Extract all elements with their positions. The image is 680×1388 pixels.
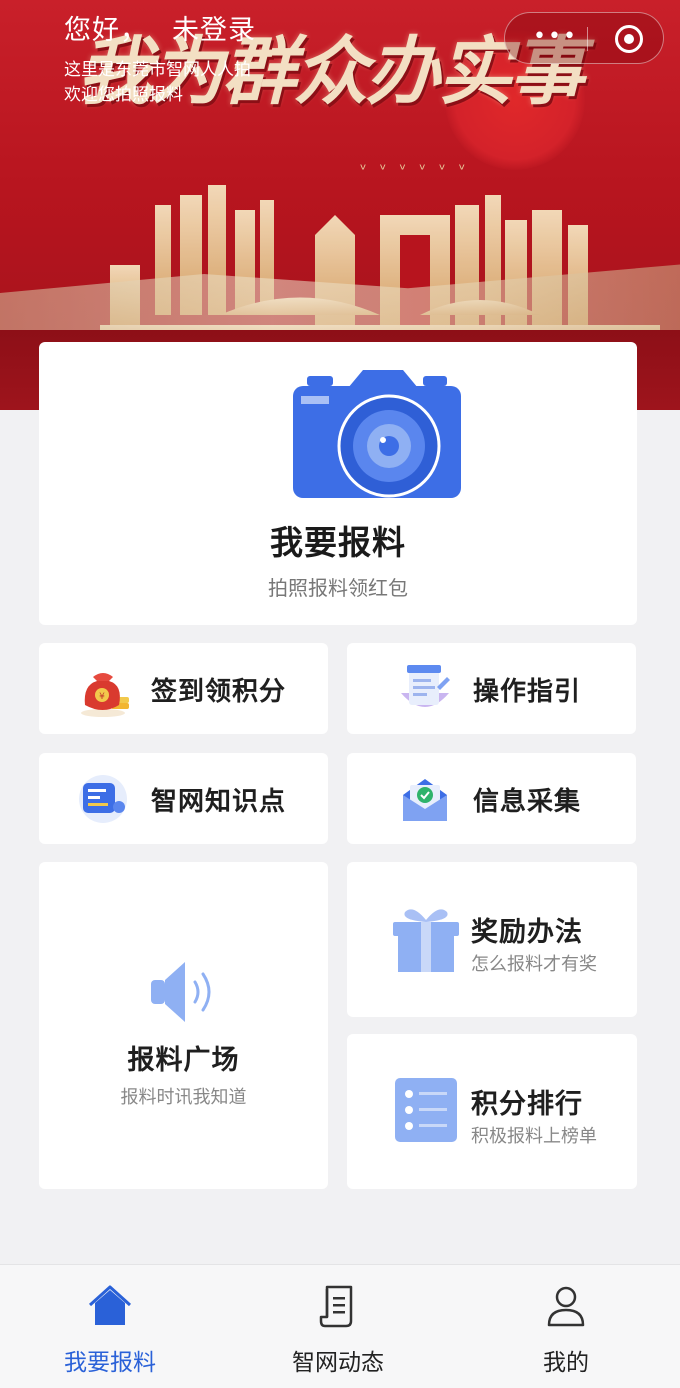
tab-mine-label: 我的 [543,1350,589,1376]
capsule-divider [587,27,588,51]
camera-icon [293,370,461,498]
signin-points-card[interactable]: ¥ 签到领积分 [39,643,328,734]
signin-points-label: 签到领积分 [151,677,287,707]
reward-rules-title: 奖励办法 [471,917,583,948]
points-ranking-title: 积分排行 [471,1089,583,1120]
birds-decoration: ᵛ ᵛ ᵛ ᵛ ᵛ ᵛ [360,160,470,179]
report-title: 我要报料 [270,523,406,562]
info-collection-card[interactable]: 信息采集 [347,753,636,844]
reward-rules-subtitle: 怎么报料才有奖 [471,954,597,975]
reward-rules-card[interactable]: 奖励办法 怎么报料才有奖 [347,862,637,1017]
speaker-icon [151,962,211,1022]
knowledge-icon [79,775,127,823]
tab-news[interactable]: 智网动态 [258,1283,418,1377]
money-bag-icon: ¥ [81,673,129,717]
envelope-check-icon [403,779,447,821]
report-square-card[interactable]: 报料广场 报料时讯我知道 [39,862,328,1189]
svg-text:¥: ¥ [99,692,105,702]
report-subtitle: 拍照报料领红包 [268,576,408,600]
document-icon [401,665,450,707]
knowledge-points-label: 智网知识点 [151,787,287,817]
welcome-line-2: 欢迎您拍照报料 [64,85,183,105]
points-ranking-subtitle: 积极报料上榜单 [471,1126,597,1147]
greeting-text: 您好， 未登录 [64,8,256,47]
operation-guide-label: 操作指引 [473,677,582,707]
operation-guide-card[interactable]: 操作指引 [347,643,636,734]
user-icon [547,1286,585,1327]
greeting-hello: 您好， [64,15,148,46]
welcome-line-1: 这里是东莞市智网人人拍 [64,60,251,80]
mini-program-capsule: ••• [504,12,664,64]
scroll-icon [319,1285,353,1328]
more-options-icon[interactable]: ••• [533,26,578,48]
list-icon [395,1078,457,1142]
bottom-tab-bar: 我要报料 智网动态 我的 [0,1264,680,1388]
info-collection-label: 信息采集 [473,787,582,817]
report-square-subtitle: 报料时讯我知道 [120,1087,247,1108]
tab-report-label: 我要报料 [64,1350,156,1376]
close-mini-program-icon[interactable] [615,25,643,53]
tab-news-label: 智网动态 [292,1350,384,1376]
report-square-title: 报料广场 [127,1045,240,1076]
login-status[interactable]: 未登录 [172,15,256,46]
tab-report[interactable]: 我要报料 [30,1283,190,1377]
points-ranking-card[interactable]: 积分排行 积极报料上榜单 [347,1034,637,1189]
gift-icon [393,909,459,972]
home-icon [88,1285,132,1325]
report-main-card[interactable]: 我要报料 拍照报料领红包 [39,342,637,625]
knowledge-points-card[interactable]: 智网知识点 [39,753,328,844]
tab-mine[interactable]: 我的 [486,1283,646,1377]
